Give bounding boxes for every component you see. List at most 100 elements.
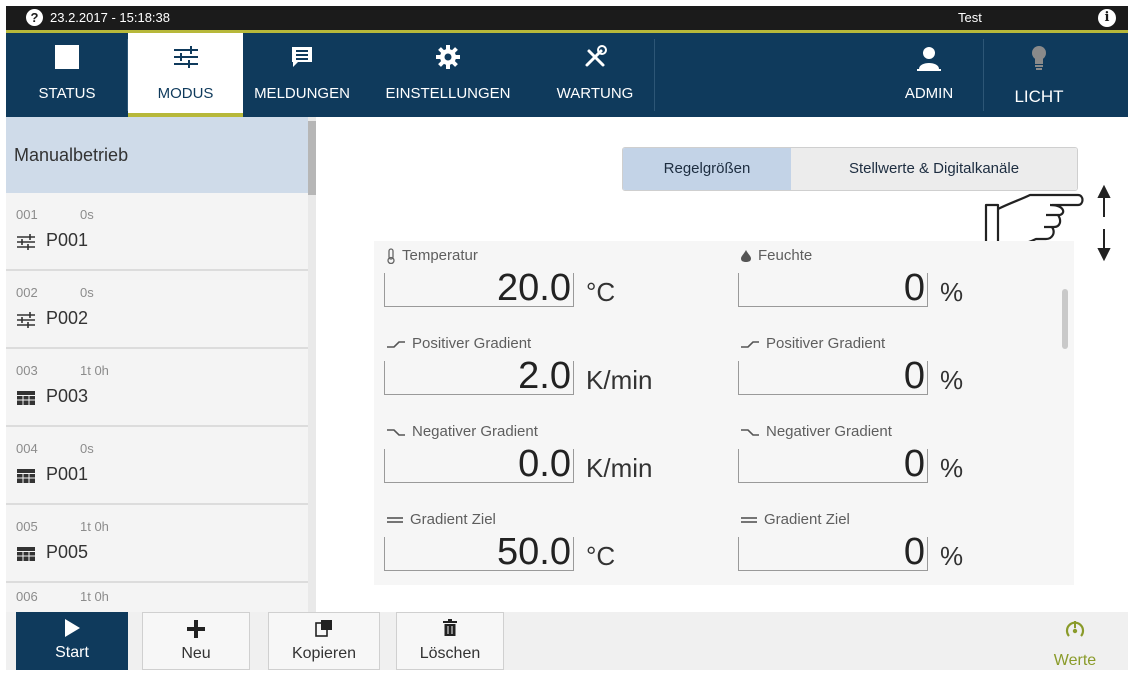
field-unit: % <box>940 277 964 307</box>
field-unit: % <box>940 453 964 483</box>
tab-meldungen[interactable]: MELDUNGEN <box>243 33 361 117</box>
message-icon <box>292 47 312 67</box>
sliders-icon <box>173 46 198 68</box>
tab-meldungen-label: MELDUNGEN <box>254 85 350 102</box>
field-value: 0 <box>903 531 925 573</box>
program-name: P003 <box>46 386 89 406</box>
values-label: Werte <box>1053 652 1097 669</box>
program-item[interactable]: 004 0s P001 <box>6 427 308 505</box>
field-label: Negativer Gradient <box>412 423 538 440</box>
copy-icon <box>315 620 332 637</box>
program-number: 002 <box>16 285 38 300</box>
program-number: 003 <box>16 363 38 378</box>
sliders-icon <box>17 234 35 250</box>
field-label: Gradient Ziel <box>410 511 496 528</box>
value-input[interactable]: 0 <box>738 443 928 485</box>
delete-label: Löschen <box>419 645 481 662</box>
falling-gradient-icon <box>387 428 405 436</box>
field-feuchte-gradient-ziel: Gradient Ziel 0 % <box>734 507 1054 585</box>
start-label: Start <box>55 644 89 661</box>
value-input[interactable]: 0.0 <box>384 443 574 485</box>
tab-licht[interactable]: LICHT <box>984 33 1094 117</box>
field-value: 0 <box>903 355 925 397</box>
lightbulb-icon <box>1032 46 1046 70</box>
program-duration: 0s <box>80 285 94 300</box>
field-temperatur: Temperatur 20.0 °C <box>380 243 700 333</box>
field-value: 20.0 <box>497 267 571 309</box>
field-label: Gradient Ziel <box>764 511 850 528</box>
user-icon <box>917 47 941 71</box>
bottom-toolbar: Start Neu Kopieren Löschen Werte <box>6 612 1128 670</box>
new-label: Neu <box>181 645 211 662</box>
stop-square-icon <box>55 45 79 69</box>
field-positiver-gradient: Positiver Gradient 2.0 K/min <box>380 331 700 421</box>
field-negativer-gradient: Negativer Gradient 0.0 K/min <box>380 419 700 509</box>
tab-einstellungen-label: EINSTELLUNGEN <box>385 85 511 102</box>
delete-button[interactable]: Löschen <box>396 612 504 670</box>
field-label: Feuchte <box>758 247 813 264</box>
program-list: Manualbetrieb 001 0s P001 002 0s P002 00… <box>6 117 318 612</box>
field-unit: K/min <box>586 365 653 395</box>
program-number: 004 <box>16 441 38 456</box>
program-item[interactable]: 005 1t 0h P005 <box>6 505 308 583</box>
table-icon <box>17 547 35 561</box>
field-feuchte: Feuchte 0 % <box>734 243 1054 333</box>
new-button[interactable]: Neu <box>142 612 250 670</box>
segment-regelgroessen[interactable]: Regelgrößen <box>623 148 791 190</box>
value-input[interactable]: 0 <box>738 267 928 309</box>
program-name: P001 <box>46 464 89 484</box>
value-input[interactable]: 0 <box>738 531 928 573</box>
program-name: P001 <box>46 230 89 250</box>
datetime: 23.2.2017 - 15:18:38 <box>50 10 170 25</box>
tab-wartung-label: WARTUNG <box>556 85 634 102</box>
program-duration: 1t 0h <box>80 589 109 604</box>
field-value: 50.0 <box>497 531 571 573</box>
table-icon <box>17 469 35 483</box>
program-item[interactable]: 006 1t 0h <box>6 583 308 612</box>
value-input[interactable]: 20.0 <box>384 267 574 309</box>
field-gradient-ziel: Gradient Ziel 50.0 °C <box>380 507 700 585</box>
field-label: Positiver Gradient <box>766 335 886 352</box>
tab-wartung[interactable]: WARTUNG <box>535 33 655 117</box>
program-item[interactable]: 002 0s P002 <box>6 271 308 349</box>
help-icon[interactable]: ? <box>26 9 43 26</box>
rising-gradient-icon <box>387 340 405 348</box>
program-item[interactable]: 001 0s P001 <box>6 193 308 271</box>
tab-einstellungen[interactable]: EINSTELLUNGEN <box>361 33 535 117</box>
program-duration: 0s <box>80 441 94 456</box>
field-feuchte-negativer-gradient: Negativer Gradient 0 % <box>734 419 1054 509</box>
tools-icon <box>585 45 607 67</box>
program-duration: 0s <box>80 207 94 222</box>
values-scrollbar[interactable] <box>1062 289 1068 349</box>
program-list-header[interactable]: Manualbetrieb <box>6 117 308 193</box>
sliders-icon <box>17 312 35 328</box>
field-value: 2.0 <box>518 355 571 397</box>
info-icon[interactable]: i <box>1098 9 1116 27</box>
program-duration: 1t 0h <box>80 519 109 534</box>
target-gradient-icon <box>387 516 403 523</box>
rising-gradient-icon <box>741 340 759 348</box>
field-unit: °C <box>586 541 616 571</box>
values-button[interactable]: Werte <box>1030 612 1120 670</box>
tab-status[interactable]: STATUS <box>6 33 128 117</box>
value-input[interactable]: 50.0 <box>384 531 574 573</box>
table-icon <box>17 391 35 405</box>
copy-button[interactable]: Kopieren <box>268 612 380 670</box>
field-unit: % <box>940 541 964 571</box>
field-value: 0 <box>903 267 925 309</box>
value-input[interactable]: 0 <box>738 355 928 397</box>
program-item[interactable]: 003 1t 0h P003 <box>6 349 308 427</box>
droplet-icon <box>741 249 751 262</box>
program-number: 001 <box>16 207 38 222</box>
tab-modus[interactable]: MODUS <box>128 33 243 117</box>
target-gradient-icon <box>741 516 757 523</box>
tab-modus-label: MODUS <box>157 85 214 102</box>
value-input[interactable]: 2.0 <box>384 355 574 397</box>
program-list-scrollbar[interactable] <box>308 117 316 612</box>
current-user: Test <box>958 10 982 25</box>
start-button[interactable]: Start <box>16 612 128 670</box>
field-feuchte-positiver-gradient: Positiver Gradient 0 % <box>734 331 1054 421</box>
tab-admin[interactable]: ADMIN <box>874 33 984 117</box>
field-label: Positiver Gradient <box>412 335 532 352</box>
field-unit: K/min <box>586 453 653 483</box>
